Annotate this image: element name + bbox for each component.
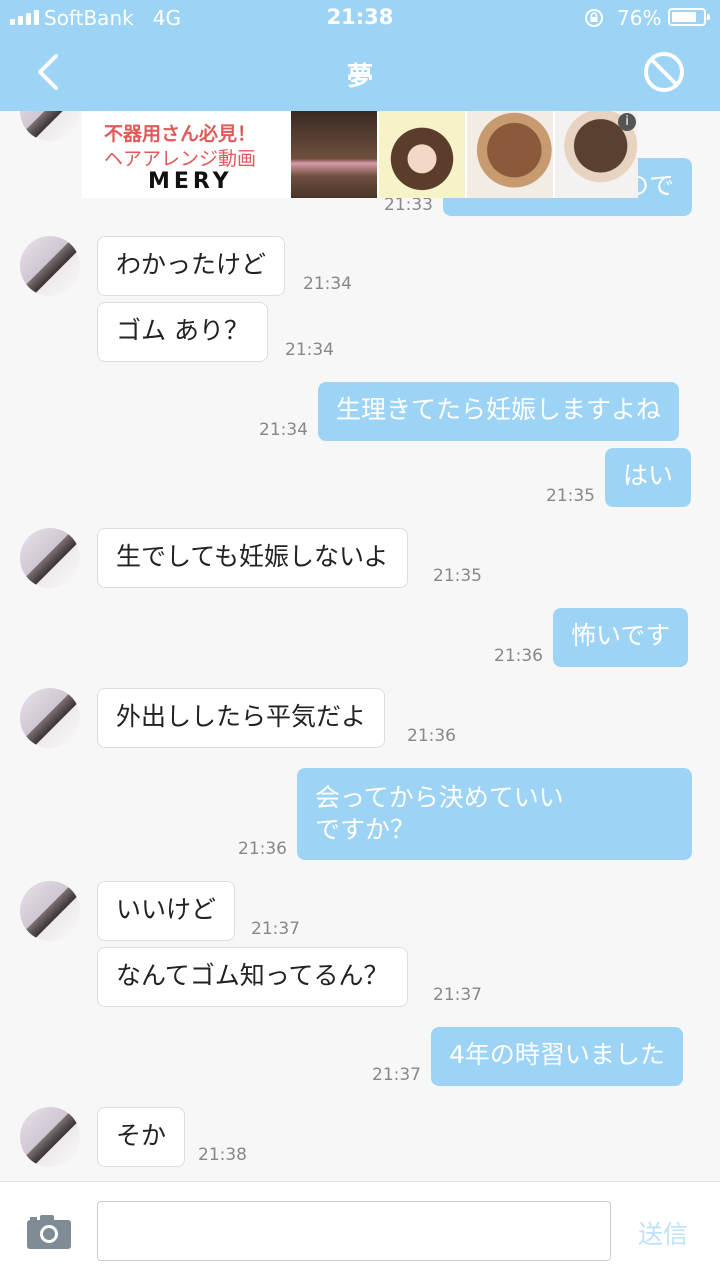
chat-partner-name: 夢 bbox=[346, 62, 373, 92]
status-bar: SoftBank 4G 21:38 76% bbox=[0, 0, 720, 36]
message-bubble-in: なんてゴム知ってるん？ bbox=[97, 947, 408, 1007]
avatar bbox=[20, 688, 80, 748]
message-bubble-out: 4年の時習いました bbox=[431, 1027, 683, 1086]
message-bubble-in: ゴム あり？ bbox=[97, 302, 268, 362]
message-time: 21:36 bbox=[238, 839, 287, 859]
ad-brand: MERY bbox=[148, 169, 233, 194]
message-bubble-in: そか bbox=[97, 1107, 186, 1167]
message-time: 21:36 bbox=[494, 646, 543, 666]
message-time: 21:34 bbox=[259, 420, 308, 440]
avatar bbox=[20, 528, 80, 588]
ad-info-icon[interactable]: i bbox=[618, 113, 636, 131]
message-bubble-out: はい bbox=[605, 448, 692, 507]
message-time: 21:37 bbox=[372, 1065, 421, 1085]
block-icon[interactable] bbox=[642, 50, 686, 94]
message-time: 21:36 bbox=[407, 726, 456, 746]
message-bubble-in: 外出ししたら平気だよ bbox=[97, 688, 386, 748]
avatar bbox=[20, 236, 80, 296]
orientation-lock-icon bbox=[585, 9, 603, 27]
ad-image bbox=[467, 111, 553, 198]
message-time: 21:37 bbox=[433, 985, 482, 1005]
avatar bbox=[20, 111, 80, 141]
message-time: 21:35 bbox=[546, 486, 595, 506]
avatar bbox=[20, 881, 80, 941]
ad-image bbox=[379, 111, 465, 198]
message-bubble-in: 生でしても妊娠しないよ bbox=[97, 528, 408, 588]
battery-icon bbox=[668, 8, 710, 26]
message-line: ですか？ bbox=[315, 815, 416, 844]
avatar bbox=[20, 1107, 80, 1167]
ad-image bbox=[291, 111, 377, 198]
message-time: 21:34 bbox=[303, 274, 352, 294]
ad-subline: ヘアアレンジ動画 bbox=[104, 148, 257, 170]
nav-bar: 夢 bbox=[0, 36, 720, 111]
message-line: 会ってから決めていい bbox=[315, 783, 564, 812]
chat-area[interactable]: ので 21:33 不器用さん必見！ ヘアアレンジ動画 MERY i わかったけど… bbox=[0, 111, 720, 1181]
camera-icon[interactable] bbox=[26, 1214, 72, 1250]
message-bubble-in: いいけど bbox=[97, 881, 236, 941]
message-time: 21:33 bbox=[384, 195, 433, 215]
message-bubble-in: わかったけど bbox=[97, 236, 286, 296]
message-time: 21:35 bbox=[433, 566, 482, 586]
ad-headline: 不器用さん必見！ bbox=[104, 123, 257, 145]
status-time: 21:38 bbox=[326, 5, 394, 29]
message-composer: 送信 bbox=[0, 1181, 720, 1281]
message-input[interactable] bbox=[97, 1201, 611, 1261]
message-bubble-out: 会ってから決めていい ですか？ bbox=[297, 768, 692, 860]
send-button[interactable]: 送信 bbox=[638, 1215, 688, 1251]
message-time: 21:38 bbox=[198, 1145, 247, 1165]
message-time: 21:37 bbox=[251, 919, 300, 939]
message-bubble-out: 怖いです bbox=[553, 608, 689, 667]
message-bubble-out: 生理きてたら妊娠しますよね bbox=[318, 382, 680, 441]
battery-percent: 76% bbox=[617, 6, 662, 30]
ad-banner[interactable]: 不器用さん必見！ ヘアアレンジ動画 MERY i bbox=[82, 111, 638, 198]
message-time: 21:34 bbox=[285, 340, 334, 360]
